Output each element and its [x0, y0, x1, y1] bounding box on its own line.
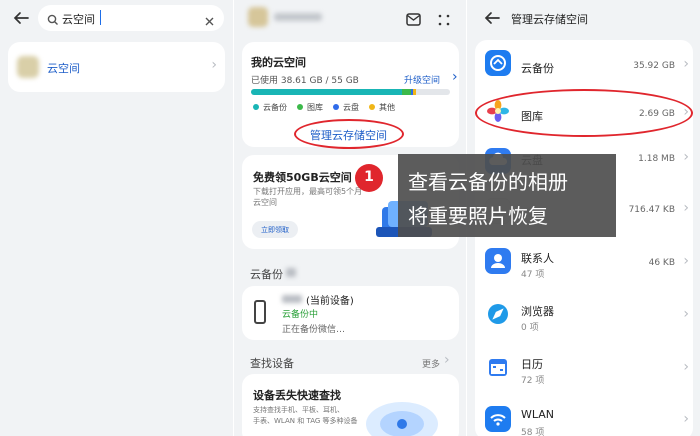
find-card-title: 设备丢失快速查找 — [253, 389, 341, 402]
more-icon[interactable] — [438, 11, 450, 30]
device-backup-card[interactable]: (当前设备) 云备份中 正在备份微信… — [242, 286, 459, 340]
find-device-card[interactable]: 设备丢失快速查找 支持查找手机、平板、耳机、 手表、WLAN 和 TAG 等多种… — [242, 374, 459, 436]
browser-icon — [485, 301, 511, 327]
app-size: 1.18 MB — [638, 154, 675, 164]
highlight-oval — [294, 119, 404, 149]
backup-status: 云备份中 — [282, 310, 319, 320]
usage-bar — [251, 89, 450, 95]
chevron-right-icon: › — [683, 359, 689, 375]
app-size: 46 KB — [648, 258, 675, 268]
back-arrow-icon[interactable] — [12, 9, 30, 27]
used-space-label: 已使用 38.61 GB / 55 GB — [251, 76, 359, 86]
usage-bar-other — [413, 89, 416, 95]
search-input[interactable]: 云空间 — [62, 11, 95, 27]
search-panel: 云空间 云空间 › — [0, 0, 233, 436]
search-result-item[interactable]: 云空间 › — [8, 42, 225, 92]
chevron-right-icon: › — [211, 57, 217, 73]
user-avatar[interactable] — [248, 7, 268, 27]
app-name: WLAN — [521, 408, 555, 421]
search-result-label: 云空间 — [47, 62, 80, 75]
device-name: (当前设备) — [306, 296, 354, 307]
blurred-mark — [286, 268, 296, 277]
list-item-cloud-backup[interactable]: 云备份 35.92 GB › — [475, 42, 693, 92]
list-item-wlan[interactable]: WLAN 58 项 › — [475, 398, 693, 436]
highlight-oval — [475, 89, 693, 137]
find-card-desc: 手表、WLAN 和 TAG 等多种设备 — [253, 417, 358, 425]
cloud-backup-icon — [485, 50, 511, 76]
list-item-browser[interactable]: 浏览器 0 项 › — [475, 293, 693, 343]
promo-desc: 下载打开应用，最高可领5个月 — [253, 187, 363, 196]
page-title: 管理云存储空间 — [511, 13, 588, 26]
promo-desc: 云空间 — [253, 198, 277, 207]
app-count: 58 项 — [521, 428, 545, 436]
app-name: 浏览器 — [521, 305, 554, 318]
legend-dot — [253, 104, 259, 110]
legend-label: 其他 — [379, 103, 395, 112]
find-device-section: 查找设备 — [250, 357, 294, 370]
search-bar[interactable]: 云空间 — [38, 5, 224, 31]
wlan-icon — [485, 406, 511, 432]
find-card-desc: 支持查找手机、平板、耳机、 — [253, 406, 344, 414]
step-badge: 1 — [355, 164, 383, 192]
legend-dot — [297, 104, 303, 110]
phone-icon — [254, 300, 266, 324]
legend-dot — [369, 104, 375, 110]
text-cursor — [100, 10, 101, 25]
claim-button-label: 立即领取 — [261, 226, 289, 234]
chevron-right-icon: › — [683, 149, 689, 165]
contacts-icon — [485, 248, 511, 274]
chevron-right-icon: › — [683, 411, 689, 427]
promo-title: 免费领50GB云空间 — [253, 171, 352, 184]
find-more-link[interactable]: 更多 — [422, 357, 440, 370]
chevron-right-icon: › — [683, 253, 689, 269]
search-icon — [47, 11, 59, 30]
app-avatar — [17, 56, 39, 78]
tip-callout: 查看云备份的相册 将重要照片恢复 — [398, 154, 616, 237]
app-count: 0 项 — [521, 323, 539, 333]
tip-line-2: 将重要照片恢复 — [408, 204, 548, 228]
chevron-right-icon: › — [683, 56, 689, 72]
device-model-blur — [282, 295, 302, 303]
usage-bar-gallery — [402, 89, 411, 95]
account-name — [274, 13, 322, 21]
my-cloud-title: 我的云空间 — [251, 56, 306, 69]
step-number: 1 — [364, 169, 374, 185]
app-count: 72 项 — [521, 376, 545, 386]
app-size: 35.92 GB — [633, 61, 675, 71]
chevron-right-icon: › — [444, 352, 450, 368]
app-name: 联系人 — [521, 252, 554, 265]
claim-button[interactable]: 立即领取 — [252, 221, 298, 238]
upgrade-link[interactable]: 升级空间 — [404, 73, 440, 86]
clear-icon[interactable] — [204, 12, 215, 31]
legend-dot — [333, 104, 339, 110]
list-item-calendar[interactable]: 日历 72 项 › — [475, 346, 693, 396]
chevron-right-icon: › — [683, 306, 689, 322]
mail-icon[interactable] — [406, 11, 421, 30]
app-count: 47 项 — [521, 270, 545, 280]
legend-label: 云盘 — [343, 103, 359, 112]
chevron-right-icon: › — [452, 69, 458, 85]
legend-label: 图库 — [307, 103, 323, 112]
calendar-icon — [485, 354, 511, 380]
app-name: 日历 — [521, 358, 543, 371]
backup-status-detail: 正在备份微信… — [282, 325, 346, 335]
back-arrow-icon[interactable] — [483, 9, 501, 27]
app-name: 云备份 — [521, 62, 554, 75]
legend-label: 云备份 — [263, 103, 287, 112]
tip-line-1: 查看云备份的相册 — [408, 170, 568, 194]
radar-illustration — [362, 394, 442, 436]
usage-bar-backup — [251, 89, 402, 95]
chevron-right-icon: › — [683, 200, 689, 216]
app-size: 716.47 KB — [628, 205, 675, 215]
backup-section-title: 云备份 — [250, 268, 283, 281]
list-item-contacts[interactable]: 联系人 47 项 46 KB › — [475, 240, 693, 290]
